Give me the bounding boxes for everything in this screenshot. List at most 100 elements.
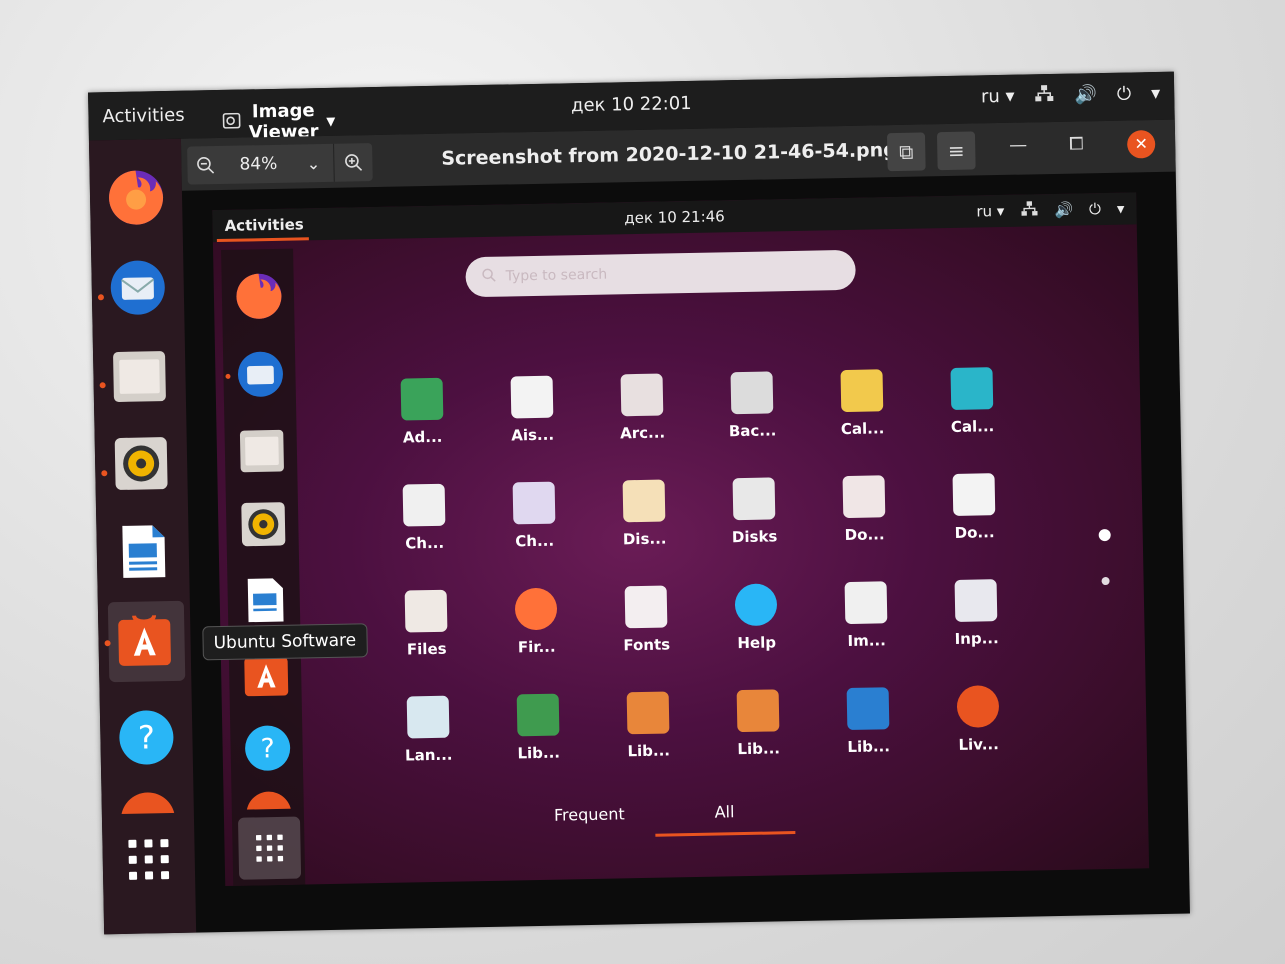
app-grid-item[interactable]: Help <box>700 583 813 653</box>
zoom-dropdown[interactable]: ⌄ <box>293 144 334 183</box>
caret-down-icon: ▾ <box>1116 199 1125 218</box>
svg-text:?: ? <box>138 718 156 756</box>
tab-frequent[interactable]: Frequent <box>554 804 625 832</box>
libreoffice-writer-icon <box>846 687 890 731</box>
app-grid-item[interactable]: Ch... <box>368 483 481 553</box>
backup-icon <box>730 371 774 415</box>
volume-icon: 🔊 <box>1074 84 1098 106</box>
thunderbird-icon <box>237 351 283 397</box>
inner-dock-help[interactable]: ? <box>242 723 293 774</box>
app-grid-item[interactable]: Cal... <box>805 369 918 439</box>
app-grid-item[interactable]: Fir... <box>480 587 593 657</box>
chevron-down-icon: ⌄ <box>306 153 321 173</box>
inner-show-applications-button[interactable] <box>237 816 302 880</box>
app-grid-item[interactable]: Lan... <box>372 695 485 765</box>
dock-files[interactable] <box>109 345 170 406</box>
zoom-in-button[interactable] <box>333 143 373 182</box>
page-indicator[interactable] <box>1101 576 1110 586</box>
menu-button[interactable]: ≡ <box>936 131 976 171</box>
app-grid-item[interactable]: Ais... <box>476 375 589 445</box>
svg-text:?: ? <box>260 733 275 764</box>
app-grid-item-label: Do... <box>844 525 885 545</box>
inner-dock-files[interactable] <box>236 425 287 476</box>
app-grid-item-label: Fir... <box>517 637 556 657</box>
app-grid-item[interactable]: Lib... <box>592 691 705 761</box>
help-icon: ? <box>245 725 291 771</box>
app-grid-item[interactable]: Do... <box>808 475 921 545</box>
inner-activities-button[interactable]: Activities <box>224 215 303 235</box>
app-grid-item[interactable]: Liv... <box>922 684 1035 754</box>
document-viewer-icon <box>952 473 996 516</box>
app-grid-item-label: Im... <box>847 631 887 651</box>
files-icon <box>113 351 166 402</box>
running-indicator <box>97 294 105 301</box>
app-grid-item[interactable]: Inp... <box>920 578 1033 648</box>
activities-button[interactable]: Activities <box>102 105 185 128</box>
minimize-button[interactable]: — <box>1009 134 1027 155</box>
app-grid-item[interactable]: Im... <box>810 581 923 651</box>
app-grid-item[interactable]: Lib... <box>702 689 815 759</box>
dock-help[interactable]: ? <box>116 707 177 768</box>
inner-clock[interactable]: дек 10 21:46 <box>624 207 725 227</box>
monitor-screen: Activities Image Viewer ▾ дек 10 22:01 r… <box>88 71 1190 935</box>
inner-dock-firefox[interactable] <box>233 271 284 322</box>
archive-icon <box>620 373 664 417</box>
show-applications-button[interactable] <box>118 829 179 890</box>
app-grid-item[interactable]: Ch... <box>478 481 591 551</box>
libreoffice-writer-icon <box>122 525 166 578</box>
inner-dock-rhythmbox[interactable] <box>238 499 289 550</box>
zoom-out-button[interactable] <box>187 146 224 185</box>
inner-top-bar: Activities дек 10 21:46 ru ▾ 🔊 ⏻ ▾ <box>212 192 1137 243</box>
dock-libreoffice-writer[interactable] <box>112 521 173 582</box>
maximize-button[interactable]: ⧠ <box>1069 133 1084 154</box>
app-grid-item-label: Lan... <box>404 745 453 765</box>
running-indicator <box>99 382 106 389</box>
keyboard-layout[interactable]: ru ▾ <box>981 86 1015 108</box>
libreoffice-calc-icon <box>516 693 560 737</box>
dock-ubuntu-software[interactable] <box>114 609 175 670</box>
app-grid-item[interactable]: Disks <box>698 477 811 547</box>
inner-dock-libreoffice-writer[interactable] <box>239 575 290 626</box>
app-grid-item-label: Fonts <box>623 635 671 655</box>
app-grid-item[interactable]: Lib... <box>482 693 595 763</box>
app-grid-item[interactable]: Fonts <box>590 585 703 655</box>
search-field[interactable]: Type to search <box>465 249 856 298</box>
clock[interactable]: дек 10 22:01 <box>571 93 692 116</box>
window-title: Screenshot from 2020-12-10 21-46-54.png <box>441 138 897 170</box>
system-tray[interactable]: ru ▾ 🔊 ⏻ ▾ <box>981 82 1161 108</box>
page-indicator-active[interactable] <box>1098 528 1111 542</box>
image-viewer-icon <box>222 112 241 133</box>
inner-dock-partial-app[interactable] <box>243 789 293 810</box>
app-grid-item[interactable]: Lib... <box>812 687 925 757</box>
close-button[interactable]: ✕ <box>1126 130 1156 159</box>
caret-down-icon: ▾ <box>326 110 336 132</box>
cards-icon <box>510 375 554 419</box>
tab-all[interactable]: All <box>714 802 734 829</box>
inner-system-tray[interactable]: ru ▾ 🔊 ⏻ ▾ <box>976 199 1124 222</box>
app-grid-item[interactable]: Do... <box>918 472 1031 542</box>
app-grid-item[interactable]: Cal... <box>915 367 1028 437</box>
app-grid-item[interactable]: Files <box>370 589 483 659</box>
cpu-icon <box>400 377 444 421</box>
restore-icon: ⧠ <box>1068 133 1084 155</box>
app-grid-item[interactable]: Arc... <box>586 373 699 443</box>
character-map-icon <box>402 483 446 527</box>
app-grid-item[interactable]: Bac... <box>696 371 809 441</box>
dock-thunderbird[interactable] <box>107 257 168 318</box>
close-icon: ✕ <box>1134 134 1149 154</box>
app-grid-item[interactable]: Dis... <box>588 479 701 549</box>
network-icon <box>1034 84 1054 107</box>
dock-partial-app[interactable] <box>117 789 177 815</box>
app-grid-item-label: Ad... <box>402 427 443 447</box>
dock-firefox[interactable] <box>105 167 166 228</box>
gallery-button[interactable]: ⧉ <box>886 132 926 172</box>
inner-dock-thunderbird[interactable] <box>235 349 286 400</box>
fonts-icon <box>624 585 668 629</box>
network-icon <box>1020 200 1038 220</box>
calendar-icon <box>950 367 994 410</box>
zoom-level[interactable]: 84% <box>223 145 294 184</box>
app-grid-item[interactable]: Ad... <box>366 377 479 447</box>
app-grid-item-label: Inp... <box>954 629 999 648</box>
dock-rhythmbox[interactable] <box>111 433 172 494</box>
inner-keyboard-layout[interactable]: ru ▾ <box>976 202 1004 221</box>
